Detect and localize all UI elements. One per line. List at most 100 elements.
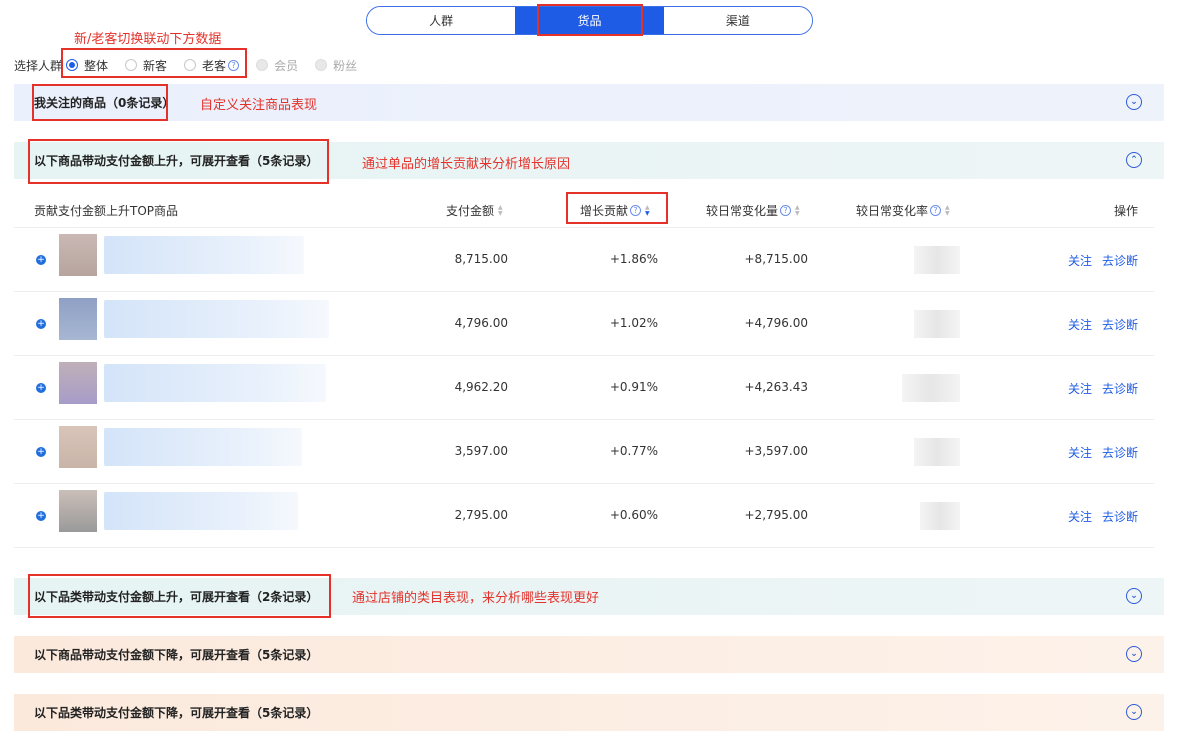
chevron-up-icon[interactable]: ⌃	[1126, 152, 1142, 168]
expand-icon[interactable]: +	[36, 319, 46, 329]
radio-dot	[315, 59, 328, 71]
follow-link[interactable]: 关注	[1068, 316, 1092, 333]
help-icon[interactable]: ?	[930, 205, 942, 216]
radio-label: 老客	[202, 58, 227, 73]
help-icon[interactable]: ?	[780, 205, 792, 216]
diagnose-link[interactable]: 去诊断	[1102, 444, 1138, 461]
product-thumbnail	[59, 298, 97, 340]
expand-icon[interactable]: +	[36, 447, 46, 457]
section-items-up[interactable]: 以下商品带动支付金额上升，可展开查看（5条记录） ⌃	[14, 142, 1164, 179]
radio-dot	[66, 59, 79, 71]
crowd-selector: 选择人群 整体 新客 老客 ? 会员 粉丝	[14, 57, 374, 73]
diagnose-link[interactable]: 去诊断	[1102, 380, 1138, 397]
radio-old[interactable]: 老客 ?	[184, 57, 240, 74]
cell-rate-blurred	[920, 502, 960, 530]
cell-delta: +8,715.00	[744, 252, 809, 266]
cell-delta: +4,796.00	[744, 316, 809, 330]
expand-icon[interactable]: +	[36, 383, 46, 393]
table-row: + 3,597.00 +0.77% +3,597.00 关注 去诊断	[14, 420, 1154, 484]
product-thumbnail	[59, 234, 97, 276]
header-delta-label: 较日常变化量	[706, 204, 779, 218]
radio-overall[interactable]: 整体	[66, 57, 108, 74]
header-pay[interactable]: 支付金额 ▲ ▼	[446, 202, 503, 219]
tab-goods[interactable]: 货品	[515, 7, 664, 34]
radio-label: 粉丝	[333, 58, 358, 73]
cell-contrib: +0.91%	[609, 380, 658, 394]
expand-icon[interactable]: +	[36, 255, 46, 265]
cell-contrib: +0.60%	[609, 508, 658, 522]
chevron-down-icon[interactable]: ⌄	[1126, 646, 1142, 662]
sort-icon: ▲ ▼	[498, 203, 503, 217]
crowd-label: 选择人群	[14, 58, 63, 73]
section-title: 以下商品带动支付金额下降，可展开查看（5条记录）	[34, 648, 319, 662]
section-followed-items[interactable]: 我关注的商品（0条记录） ⌄	[14, 84, 1164, 121]
radio-label: 会员	[274, 58, 299, 73]
help-icon[interactable]: ?	[630, 205, 642, 216]
cell-rate-blurred	[914, 246, 960, 274]
radio-new[interactable]: 新客	[125, 57, 167, 74]
cell-pay: 8,715.00	[454, 252, 508, 266]
follow-link[interactable]: 关注	[1068, 444, 1092, 461]
diagnose-link[interactable]: 去诊断	[1102, 316, 1138, 333]
table-row: + 4,796.00 +1.02% +4,796.00 关注 去诊断	[14, 292, 1154, 356]
section-title: 我关注的商品（0条记录）	[34, 96, 175, 110]
cell-pay: 4,796.00	[454, 316, 508, 330]
header-contrib-label: 增长贡献	[580, 204, 629, 218]
section-title: 以下品类带动支付金额下降，可展开查看（5条记录）	[34, 706, 319, 720]
diagnose-link[interactable]: 去诊断	[1102, 508, 1138, 525]
cell-contrib: +1.86%	[609, 252, 658, 266]
radio-dot	[256, 59, 269, 71]
header-product: 贡献支付金额上升TOP商品	[34, 204, 179, 218]
radio-dot	[125, 59, 138, 71]
cell-delta: +3,597.00	[744, 444, 809, 458]
product-thumbnail	[59, 426, 97, 468]
product-title-blurred	[104, 300, 329, 338]
help-icon[interactable]: ?	[228, 59, 240, 71]
tab-channel[interactable]: 渠道	[663, 7, 812, 34]
radio-member: 会员	[256, 57, 298, 74]
sort-icon: ▲ ▼	[945, 203, 950, 217]
chevron-down-icon[interactable]: ⌄	[1126, 704, 1142, 720]
annotation-single-note: 通过单品的增长贡献来分析增长原因	[362, 157, 571, 172]
cell-pay: 4,962.20	[454, 380, 508, 394]
tab-crowd[interactable]: 人群	[367, 7, 516, 34]
product-title-blurred	[104, 428, 302, 466]
follow-link[interactable]: 关注	[1068, 380, 1092, 397]
annotation-switch-note: 新/老客切换联动下方数据	[74, 32, 222, 47]
section-title: 以下商品带动支付金额上升，可展开查看（5条记录）	[34, 154, 319, 168]
cell-rate-blurred	[914, 438, 960, 466]
cell-pay: 2,795.00	[454, 508, 508, 522]
header-ops: 操作	[1114, 204, 1139, 218]
cell-delta: +2,795.00	[744, 508, 809, 522]
header-pay-label: 支付金额	[446, 204, 495, 218]
cell-delta: +4,263.43	[744, 380, 809, 394]
header-delta[interactable]: 较日常变化量 ? ▲ ▼	[706, 202, 800, 219]
chevron-down-icon[interactable]: ⌄	[1126, 588, 1142, 604]
expand-icon[interactable]: +	[36, 511, 46, 521]
header-rate-label: 较日常变化率	[856, 204, 929, 218]
product-title-blurred	[104, 492, 298, 530]
sort-icon: ▲ ▼	[645, 203, 650, 217]
annotation-category-note: 通过店铺的类目表现，来分析哪些表现更好	[352, 591, 600, 606]
section-items-down[interactable]: 以下商品带动支付金额下降，可展开查看（5条记录） ⌄	[14, 636, 1164, 673]
diagnose-link[interactable]: 去诊断	[1102, 252, 1138, 269]
product-title-blurred	[104, 236, 304, 274]
radio-label: 整体	[84, 58, 109, 73]
cell-contrib: +0.77%	[609, 444, 658, 458]
annotation-follow-note: 自定义关注商品表现	[200, 98, 318, 113]
header-contrib[interactable]: 增长贡献 ? ▲ ▼	[580, 202, 650, 219]
table-row: + 2,795.00 +0.60% +2,795.00 关注 去诊断	[14, 484, 1154, 548]
product-thumbnail	[59, 490, 97, 532]
section-categories-down[interactable]: 以下品类带动支付金额下降，可展开查看（5条记录） ⌄	[14, 694, 1164, 731]
cell-contrib: +1.02%	[609, 316, 658, 330]
cell-pay: 3,597.00	[454, 444, 508, 458]
header-rate[interactable]: 较日常变化率 ? ▲ ▼	[856, 202, 950, 219]
follow-link[interactable]: 关注	[1068, 252, 1092, 269]
sort-icon: ▲ ▼	[795, 203, 800, 217]
follow-link[interactable]: 关注	[1068, 508, 1092, 525]
chevron-down-icon[interactable]: ⌄	[1126, 94, 1142, 110]
table-header: 贡献支付金额上升TOP商品 支付金额 ▲ ▼ 增长贡献 ? ▲ ▼ 较日常变化量 ?…	[14, 192, 1154, 228]
radio-label: 新客	[143, 58, 168, 73]
product-thumbnail	[59, 362, 97, 404]
table-row: + 4,962.20 +0.91% +4,263.43 关注 去诊断	[14, 356, 1154, 420]
